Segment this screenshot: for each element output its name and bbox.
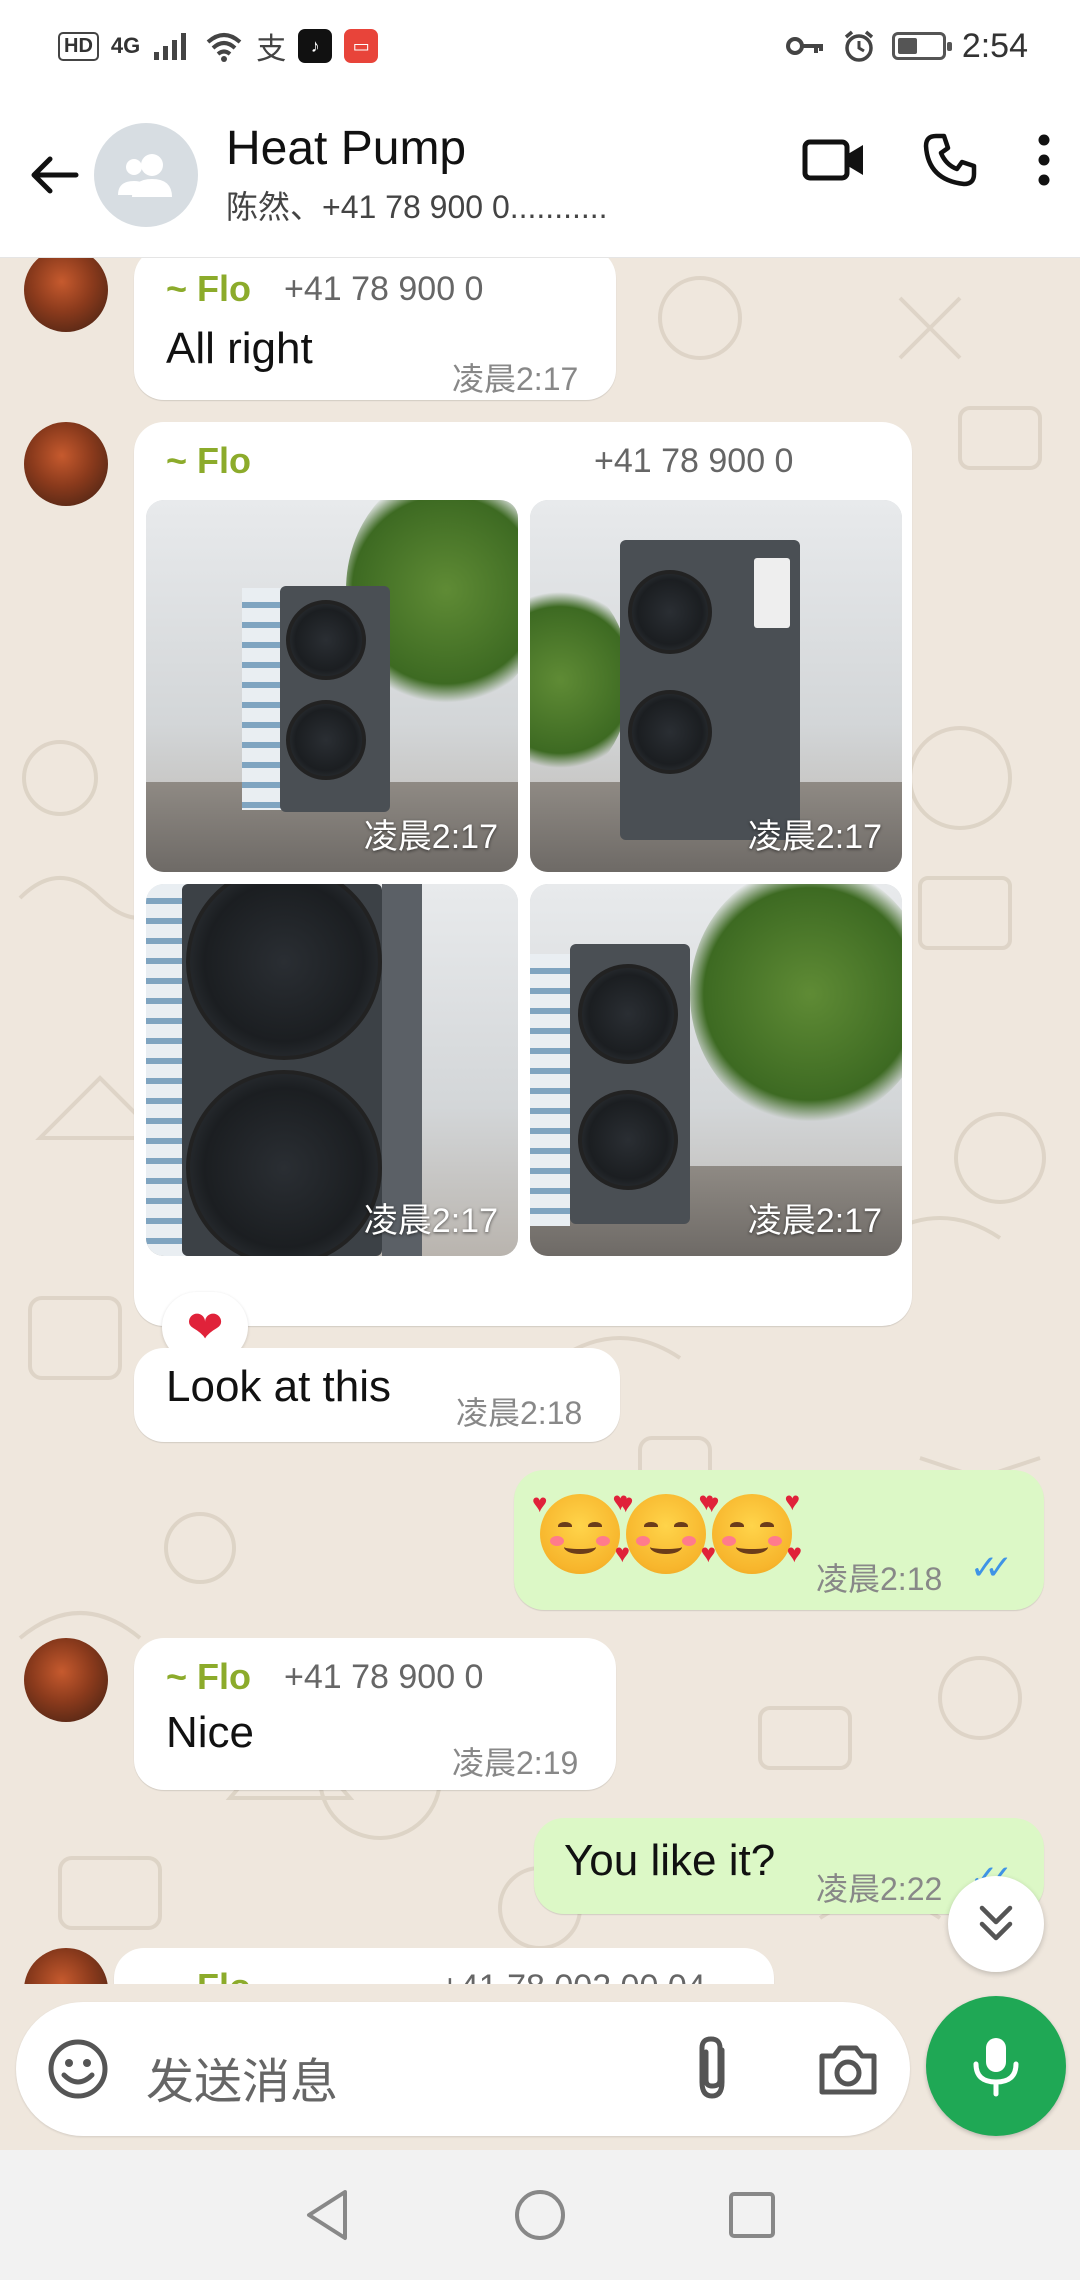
status-right: 2:54: [785, 26, 1028, 66]
message-text: Look at this: [166, 1362, 392, 1411]
video-call-button[interactable]: [802, 136, 866, 184]
double-chevron-down-icon: [979, 1905, 1013, 1941]
chat-participants: 陈然、+41 78 900 0...........: [226, 189, 608, 225]
nav-back-icon[interactable]: [303, 2188, 353, 2242]
chat-title-block[interactable]: Heat Pump 陈然、+41 78 900 0...........: [226, 121, 656, 228]
status-left: HD 4G 支 ♪ ▭: [58, 24, 379, 68]
nav-recents-icon[interactable]: [727, 2190, 777, 2240]
photo-time: 凌晨2:17: [363, 1202, 498, 1240]
message-time: 凌晨2:17: [452, 361, 579, 397]
video-call-icon: [802, 139, 863, 181]
message-composer[interactable]: 发送消息: [16, 2002, 910, 2136]
photo-thumbnail[interactable]: 凌晨2:17: [530, 884, 902, 1256]
photo-thumbnail[interactable]: 凌晨2:17: [530, 500, 902, 872]
composer-bar: 发送消息: [0, 1984, 1080, 2150]
sender-phone: +41 78 002 00 04: [440, 1968, 706, 1984]
photo-time: 凌晨2:17: [747, 818, 882, 856]
voice-message-button[interactable]: [926, 1996, 1066, 2136]
message-time: 凌晨2:19: [452, 1745, 579, 1781]
message-input[interactable]: 发送消息: [146, 2042, 338, 2112]
message-time: 凌晨2:22: [816, 1871, 943, 1907]
scroll-to-bottom-button[interactable]: [948, 1876, 1044, 1972]
voice-call-button[interactable]: [922, 132, 978, 188]
hd-indicator: HD: [58, 31, 99, 61]
sender-name[interactable]: ~ Flo: [166, 1656, 251, 1698]
emoji-icon[interactable]: [46, 2037, 110, 2101]
group-avatar[interactable]: [94, 122, 198, 227]
clock: 2:54: [961, 26, 1028, 65]
chat-title: Heat Pump: [226, 122, 467, 175]
key-icon: [785, 37, 823, 55]
paperclip-icon[interactable]: [684, 2034, 744, 2104]
message-text: Nice: [166, 1708, 255, 1757]
nav-home-icon[interactable]: [513, 2188, 567, 2242]
header-actions: [802, 132, 1054, 188]
more-options-button[interactable]: [1034, 132, 1054, 188]
group-avatar-icon: [118, 153, 172, 197]
smiling-face-with-hearts-emoji: ♥ ♥ ♥: [618, 1488, 716, 1574]
sender-avatar[interactable]: [24, 422, 108, 506]
message-text: All right: [166, 324, 313, 373]
smiling-face-with-hearts-emoji: ♥ ♥ ♥: [704, 1488, 802, 1574]
alipay-icon: 支: [256, 33, 287, 66]
sender-name[interactable]: ~ Flo: [166, 440, 251, 482]
emoji-message: ♥ ♥ ♥ ♥ ♥ ♥ ♥ ♥ ♥: [532, 1488, 802, 1574]
signal-icon: [154, 33, 187, 60]
chat-header: Heat Pump 陈然、+41 78 900 0...........: [0, 92, 1080, 258]
message-text: You like it?: [564, 1836, 776, 1885]
system-navigation-bar: [0, 2150, 1080, 2280]
photo-thumbnail[interactable]: 凌晨2:17: [146, 500, 518, 872]
more-options-icon: [1038, 134, 1050, 186]
sender-phone: +41 78 900 0: [284, 1658, 484, 1696]
sender-name[interactable]: ~ Flo: [166, 268, 251, 310]
battery-icon: [891, 32, 952, 60]
camera-icon[interactable]: [816, 2038, 880, 2102]
sender-name[interactable]: ~ Flo: [166, 1966, 251, 1984]
sender-phone: +41 78 900 0: [284, 270, 484, 308]
alarm-icon: [844, 30, 873, 62]
smiling-face-with-hearts-emoji: ♥ ♥ ♥: [532, 1488, 630, 1574]
photo-time: 凌晨2:17: [363, 818, 498, 856]
photo-time: 凌晨2:17: [747, 1202, 882, 1240]
wifi-icon: [206, 33, 242, 62]
tiktok-icon: ♪: [298, 29, 333, 63]
back-button[interactable]: [14, 135, 94, 215]
photo-thumbnail[interactable]: 凌晨2:17: [146, 884, 518, 1256]
huawei-appgallery-icon: ▭: [344, 29, 379, 63]
read-receipt-icon: ✓✓: [970, 1549, 1013, 1587]
sender-avatar[interactable]: [24, 1638, 108, 1722]
voice-call-icon: [923, 133, 977, 187]
back-arrow-icon: [31, 156, 79, 193]
message-list[interactable]: ~ Flo +41 78 900 0 All right 凌晨2:17 ~ Fl…: [0, 258, 1080, 1984]
message-time: 凌晨2:18: [456, 1395, 583, 1431]
network-indicator: 4G: [110, 33, 141, 58]
microphone-icon: [973, 2038, 1019, 2097]
sender-phone: +41 78 900 0: [594, 442, 794, 480]
message-time: 凌晨2:18: [816, 1561, 943, 1597]
status-bar: HD 4G 支 ♪ ▭ 2:54: [0, 0, 1080, 92]
